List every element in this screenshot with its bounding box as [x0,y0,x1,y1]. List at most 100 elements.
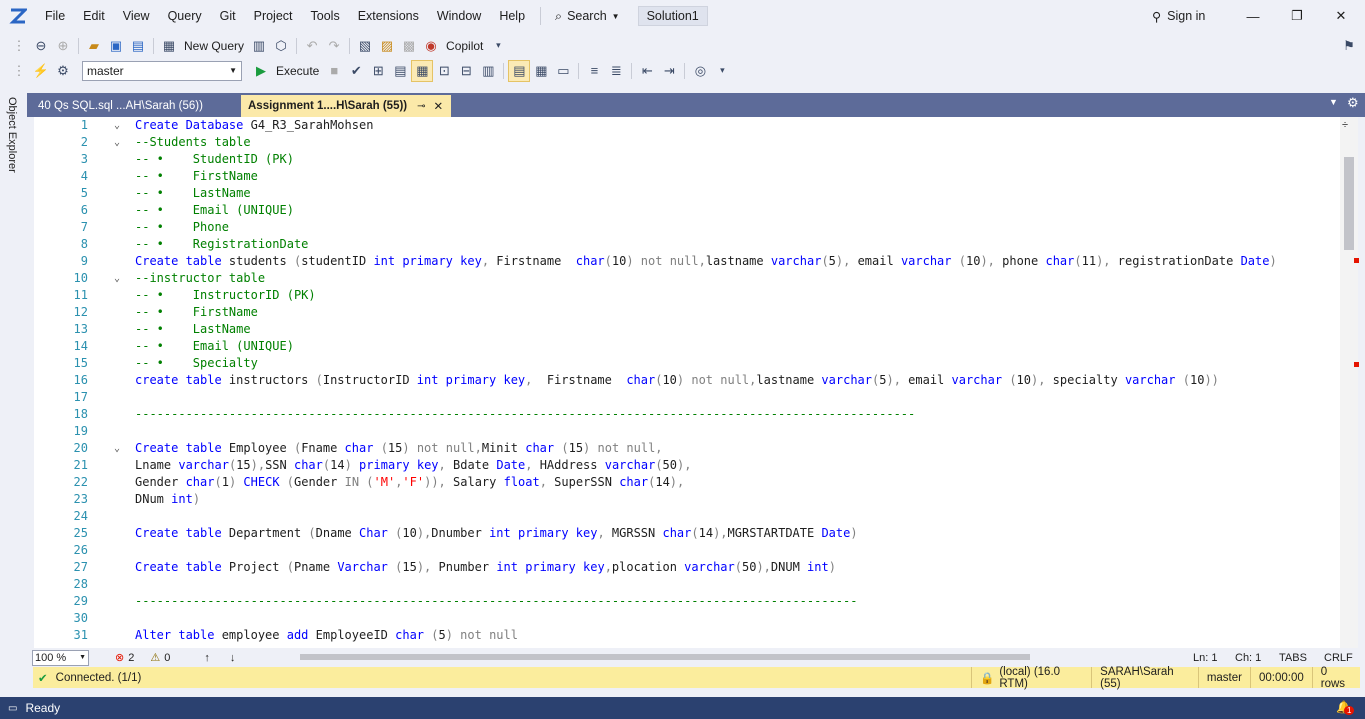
code-line[interactable]: 6 -- • Email (UNIQUE) [34,202,1340,219]
error-marker[interactable] [1354,258,1359,263]
menu-window[interactable]: Window [428,0,490,32]
sql-editor[interactable]: 1 ⌄ Create Database G4_R3_SarahMohsen 2 ⌄ --S… [34,117,1340,648]
back-icon[interactable]: ⊖ [30,35,52,57]
code-text[interactable]: -- • LastName [135,321,251,338]
code-text[interactable]: Create Database G4_R3_SarahMohsen [135,117,373,134]
save-icon[interactable]: ▣ [105,35,127,57]
code-line[interactable]: 21 Lname varchar(15),SSN char(14) primary… [34,457,1340,474]
warning-icon[interactable]: ⚠ [150,651,160,664]
connect-icon[interactable]: ⚡ [30,60,52,82]
code-text[interactable]: Create table Employee (Fname char (15) n… [135,440,663,457]
error-icon[interactable]: ⊗ [115,651,124,664]
ssms-logo-icon[interactable] [0,0,36,32]
code-line[interactable]: 26 [34,542,1340,559]
activity-monitor-icon[interactable]: ▧ [354,35,376,57]
code-text[interactable]: -- • InstructorID (PK) [135,287,316,304]
code-line[interactable]: 23 DNum int) [34,491,1340,508]
increase-indent-icon[interactable]: ⇥ [658,60,680,82]
code-line[interactable]: 16 create table instructors (InstructorID… [34,372,1340,389]
code-text[interactable]: -- • Specialty [135,355,258,372]
code-line[interactable]: 10 ⌄ --instructor table [34,270,1340,287]
query-options-icon[interactable]: ▤ [389,60,411,82]
code-line[interactable]: 31 Alter table employee add EmployeeID ch… [34,627,1340,644]
copilot-button[interactable]: Copilot [442,39,487,53]
minimize-button[interactable]: — [1230,0,1276,32]
code-line[interactable]: 17 [34,389,1340,406]
code-line[interactable]: 8 -- • RegistrationDate [34,236,1340,253]
client-stats-icon[interactable]: ▥ [477,60,499,82]
undo-icon[interactable]: ↶ [301,35,323,57]
code-line[interactable]: 22 Gender char(1) CHECK (Gender IN ('M','… [34,474,1340,491]
scrollbar-thumb[interactable] [300,654,1030,660]
code-text[interactable]: -- • StudentID (PK) [135,151,294,168]
settings-gear-icon[interactable]: ⚙ [1347,95,1359,111]
new-query-icon[interactable]: ▦ [158,35,180,57]
code-text[interactable]: Create table Project (Pname Varchar (15)… [135,559,836,576]
code-line[interactable]: 13 -- • LastName [34,321,1340,338]
intellisense-icon[interactable]: ▦ [411,59,434,82]
restore-button[interactable]: ❐ [1274,0,1320,32]
code-text[interactable]: --instructor table [135,270,265,287]
comment-icon[interactable]: ≡ [583,60,605,82]
split-icon[interactable]: ÷ [1342,119,1348,131]
code-line[interactable]: 2 ⌄ --Students table [34,134,1340,151]
code-line[interactable]: 3 -- • StudentID (PK) [34,151,1340,168]
code-line[interactable]: 11 -- • InstructorID (PK) [34,287,1340,304]
stop-icon[interactable]: ■ [323,60,345,82]
code-text[interactable]: -- • RegistrationDate [135,236,308,253]
actual-plan-icon[interactable]: ⊡ [433,60,455,82]
redo-icon[interactable]: ↷ [323,35,345,57]
properties-icon[interactable]: ▨ [376,35,398,57]
tabs-mode[interactable]: TABS [1279,652,1307,664]
code-text[interactable]: Create table students (studentID int pri… [135,253,1277,270]
code-text[interactable]: ----------------------------------------… [135,593,857,610]
up-arrow-icon[interactable]: ↑ [204,652,210,664]
menu-query[interactable]: Query [159,0,211,32]
code-text[interactable]: -- • Email (UNIQUE) [135,202,294,219]
tab-dropdown-icon[interactable]: ▼ [1329,97,1338,107]
notifications-icon[interactable]: 🔔 1 [1336,700,1355,715]
copilot-icon[interactable]: ◉ [420,35,442,57]
horizontal-scrollbar[interactable] [300,652,1160,662]
menu-git[interactable]: Git [211,0,245,32]
code-line[interactable]: 24 [34,508,1340,525]
menu-extensions[interactable]: Extensions [349,0,428,32]
code-line[interactable]: 5 -- • LastName [34,185,1340,202]
open-file-icon[interactable]: ▰ [83,35,105,57]
code-text[interactable]: ----------------------------------------… [135,406,915,423]
code-text[interactable]: Lname varchar(15),SSN char(14) primary k… [135,457,691,474]
results-text-icon[interactable]: ▤ [508,59,531,82]
results-grid-icon[interactable]: ▦ [530,60,552,82]
code-text[interactable]: Create table Department (Dname Char (10)… [135,525,858,542]
code-line[interactable]: 28 [34,576,1340,593]
close-button[interactable]: ✕ [1318,0,1364,32]
execute-icon[interactable]: ▶ [250,60,272,82]
change-connection-icon[interactable]: ⚙ [52,60,74,82]
code-text[interactable]: DNum int) [135,491,200,508]
decrease-indent-icon[interactable]: ⇤ [636,60,658,82]
feedback-icon[interactable]: ⚑ [1338,35,1360,57]
code-text[interactable]: -- • LastName [135,185,251,202]
save-all-icon[interactable]: ▤ [127,35,149,57]
code-text[interactable]: -- • Phone [135,219,229,236]
uncomment-icon[interactable]: ≣ [605,60,627,82]
fold-toggle-icon[interactable]: ⌄ [114,270,120,287]
line-ending[interactable]: CRLF [1324,652,1353,664]
execute-button[interactable]: Execute [272,64,323,78]
new-query-button[interactable]: New Query [180,39,248,53]
code-line[interactable]: 18 --------------------------------------… [34,406,1340,423]
code-line[interactable]: 27 Create table Project (Pname Varchar (1… [34,559,1340,576]
parse-icon[interactable]: ✔ [345,60,367,82]
code-line[interactable]: 4 -- • FirstName [34,168,1340,185]
forward-icon[interactable]: ⊕ [52,35,74,57]
code-text[interactable]: Alter table employee add EmployeeID char… [135,627,518,644]
code-line[interactable]: 14 -- • Email (UNIQUE) [34,338,1340,355]
toolbar-options-icon[interactable]: ▾ [487,35,509,57]
estimated-plan-icon[interactable]: ⊞ [367,60,389,82]
menu-file[interactable]: File [36,0,74,32]
code-text[interactable]: -- • FirstName [135,168,258,185]
code-line[interactable]: 15 -- • Specialty [34,355,1340,372]
code-line[interactable]: 29 --------------------------------------… [34,593,1340,610]
code-text[interactable]: --Students table [135,134,251,151]
code-text[interactable]: -- • Email (UNIQUE) [135,338,294,355]
